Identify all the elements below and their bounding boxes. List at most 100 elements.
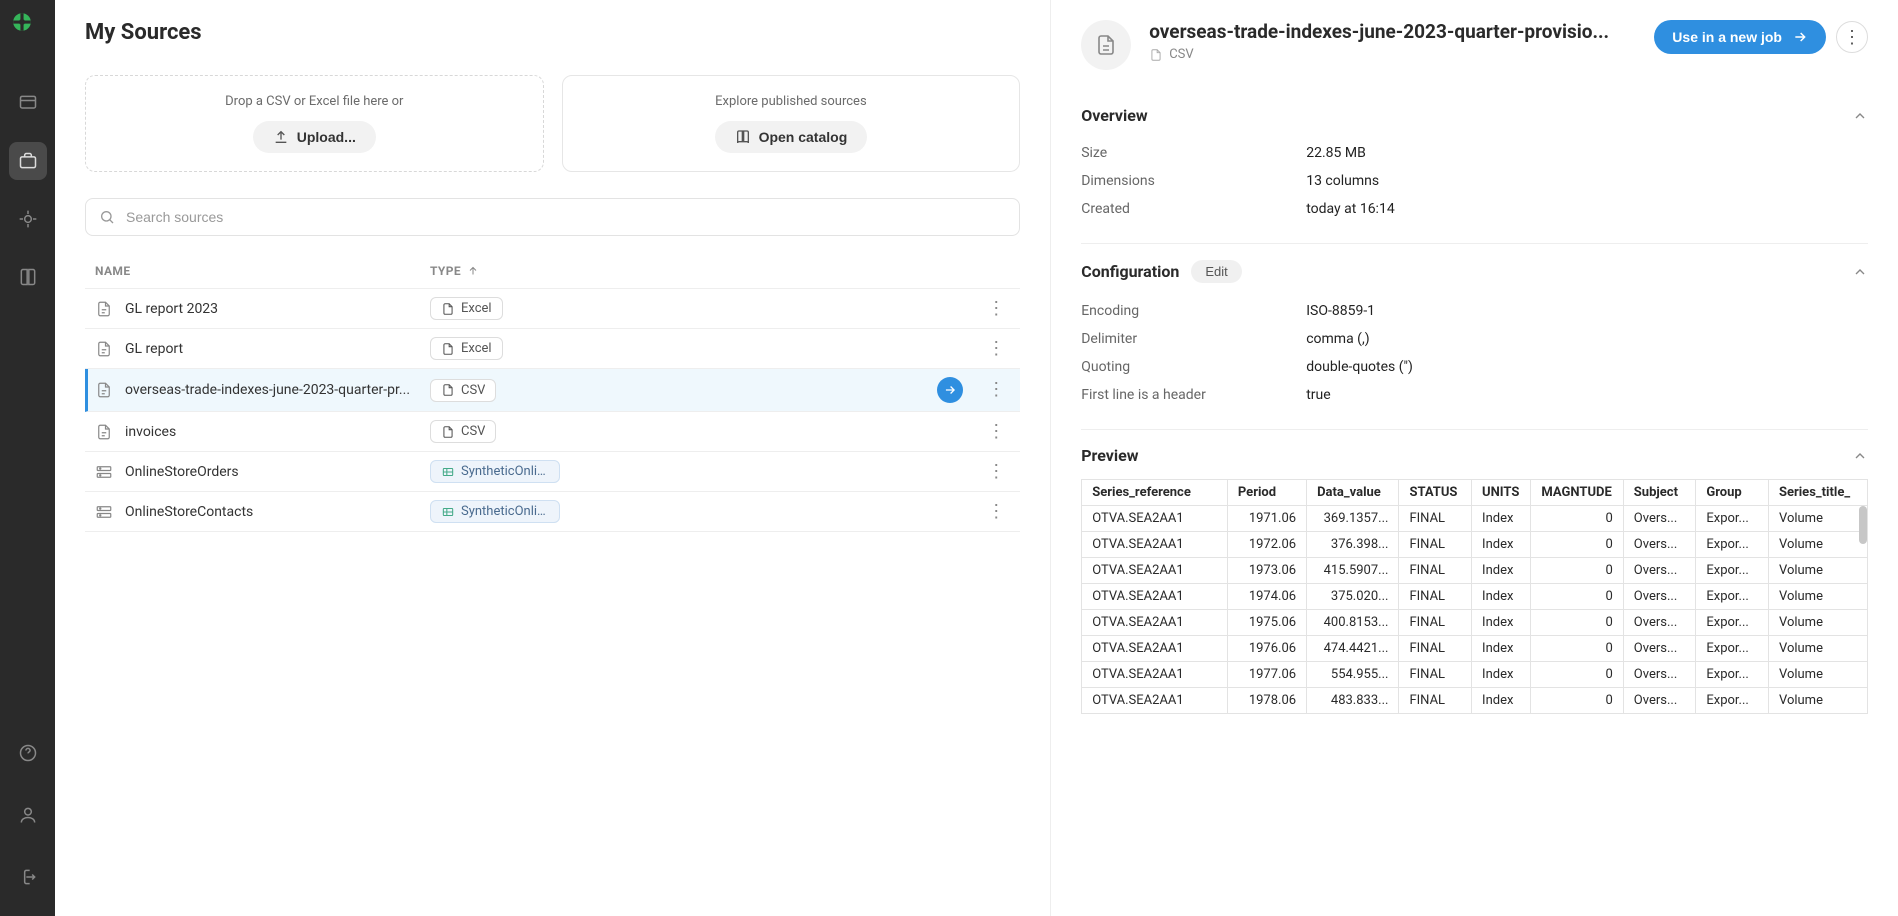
source-name: OnlineStoreOrders [125, 464, 430, 480]
preview-col-header[interactable]: Series_reference [1082, 480, 1227, 506]
kv-value: comma (,) [1306, 331, 1369, 347]
nav-docs-icon[interactable] [9, 258, 47, 296]
kv-key: Created [1081, 201, 1306, 217]
preview-row: OTVA.SEA2AA11977.06554.955...FINALIndex0… [1082, 662, 1867, 688]
row-more-button[interactable]: ⋮ [981, 340, 1010, 358]
page-title: My Sources [85, 20, 1020, 45]
use-in-new-job-button[interactable]: Use in a new job [1654, 20, 1826, 54]
nav-workspace-icon[interactable] [9, 84, 47, 122]
kv-key: First line is a header [1081, 387, 1306, 403]
detail-title: overseas-trade-indexes-june-2023-quarter… [1149, 20, 1636, 43]
navbar [0, 0, 55, 916]
detail-file-icon [1081, 20, 1131, 70]
preview-col-header[interactable]: Period [1227, 480, 1306, 506]
chevron-up-icon[interactable] [1852, 448, 1868, 464]
catalog-button-label: Open catalog [759, 129, 848, 145]
kv-value: today at 16:14 [1306, 201, 1394, 217]
upload-button-label: Upload... [297, 129, 356, 145]
source-row[interactable]: overseas-trade-indexes-june-2023-quarter… [85, 369, 1020, 412]
preview-row: OTVA.SEA2AA11974.06375.020...FINALIndex0… [1082, 584, 1867, 610]
upload-button[interactable]: Upload... [253, 121, 376, 153]
source-row[interactable]: OnlineStoreOrdersSyntheticOnlin... ⋮ [85, 452, 1020, 492]
preview-col-header[interactable]: Data_value [1307, 480, 1399, 506]
configuration-title: Configuration [1081, 262, 1179, 281]
row-more-button[interactable]: ⋮ [981, 423, 1010, 441]
sources-panel: My Sources Drop a CSV or Excel file here… [55, 0, 1050, 916]
preview-title: Preview [1081, 446, 1138, 465]
source-name: overseas-trade-indexes-june-2023-quarter… [125, 382, 430, 398]
preview-col-header[interactable]: STATUS [1399, 480, 1472, 506]
file-icon [1149, 48, 1163, 62]
source-name: invoices [125, 424, 430, 440]
preview-row: OTVA.SEA2AA11971.06369.1357...FINALIndex… [1082, 506, 1867, 532]
source-row[interactable]: OnlineStoreContactsSyntheticOnlin... ⋮ [85, 492, 1020, 532]
preview-row: OTVA.SEA2AA11972.06376.398...FINALIndex0… [1082, 532, 1867, 558]
source-type-badge: Excel [430, 337, 503, 360]
preview-col-header[interactable]: Subject [1623, 480, 1696, 506]
row-more-button[interactable]: ⋮ [981, 463, 1010, 481]
search-icon [99, 209, 115, 225]
kv-value: 22.85 MB [1306, 145, 1366, 161]
sort-asc-icon [467, 265, 479, 277]
preview-row: OTVA.SEA2AA11973.06415.5907...FINALIndex… [1082, 558, 1867, 584]
preview-row: OTVA.SEA2AA11976.06474.4421...FINALIndex… [1082, 636, 1867, 662]
row-more-button[interactable]: ⋮ [981, 300, 1010, 318]
kv-key: Encoding [1081, 303, 1306, 319]
preview-col-header[interactable]: Group [1696, 480, 1769, 506]
kv-value: ISO-8859-1 [1306, 303, 1375, 319]
search-input[interactable] [85, 198, 1020, 236]
kv-key: Dimensions [1081, 173, 1306, 189]
source-type-badge: Excel [430, 297, 503, 320]
column-header-type[interactable]: TYPE [430, 264, 630, 278]
open-catalog-button[interactable]: Open catalog [715, 121, 868, 153]
preview-row: OTVA.SEA2AA11978.06483.833...FINALIndex0… [1082, 688, 1867, 714]
preview-col-header[interactable]: MAGNTUDE [1531, 480, 1623, 506]
detail-more-button[interactable]: ⋮ [1836, 21, 1868, 53]
book-icon [735, 129, 751, 145]
preview-col-header[interactable]: UNITS [1472, 480, 1531, 506]
edit-button[interactable]: Edit [1191, 260, 1241, 283]
sources-list: GL report 2023Excel⋮GL reportExcel⋮overs… [85, 288, 1020, 532]
source-type-badge: SyntheticOnlin... [430, 460, 560, 483]
scrollbar-thumb[interactable] [1859, 506, 1867, 544]
kv-key: Delimiter [1081, 331, 1306, 347]
detail-panel: overseas-trade-indexes-june-2023-quarter… [1050, 0, 1898, 916]
preview-table-wrap: Series_referencePeriodData_valueSTATUSUN… [1081, 479, 1868, 714]
row-more-button[interactable]: ⋮ [981, 381, 1010, 399]
kv-key: Quoting [1081, 359, 1306, 375]
nav-logout-icon[interactable] [9, 858, 47, 896]
chevron-up-icon[interactable] [1852, 264, 1868, 280]
nav-sources-icon[interactable] [9, 142, 47, 180]
source-name: GL report 2023 [125, 301, 430, 317]
preview-col-header[interactable]: Series_title_ [1768, 480, 1867, 506]
kv-key: Size [1081, 145, 1306, 161]
source-name: OnlineStoreContacts [125, 504, 430, 520]
catalog-card: Explore published sources Open catalog [562, 75, 1021, 172]
source-type-badge: SyntheticOnlin... [430, 500, 560, 523]
kv-value: 13 columns [1306, 173, 1379, 189]
source-type-badge: CSV [430, 379, 496, 402]
source-type-badge: CSV [430, 420, 496, 443]
arrow-right-icon [1792, 29, 1808, 45]
kv-value: true [1306, 387, 1330, 403]
preview-table: Series_referencePeriodData_valueSTATUSUN… [1082, 480, 1868, 713]
nav-user-icon[interactable] [9, 796, 47, 834]
source-row[interactable]: GL report 2023Excel ⋮ [85, 288, 1020, 329]
detail-subtype: CSV [1169, 47, 1193, 62]
catalog-hint: Explore published sources [583, 94, 1000, 109]
source-name: GL report [125, 341, 430, 357]
nav-help-icon[interactable] [9, 734, 47, 772]
row-more-button[interactable]: ⋮ [981, 503, 1010, 521]
upload-icon [273, 129, 289, 145]
source-row[interactable]: GL reportExcel ⋮ [85, 329, 1020, 369]
nav-targets-icon[interactable] [9, 200, 47, 238]
open-source-button[interactable] [937, 377, 963, 403]
upload-card[interactable]: Drop a CSV or Excel file here or Upload.… [85, 75, 544, 172]
kv-value: double-quotes (") [1306, 359, 1413, 375]
overview-title: Overview [1081, 106, 1147, 125]
source-row[interactable]: invoicesCSV ⋮ [85, 412, 1020, 452]
upload-hint: Drop a CSV or Excel file here or [106, 94, 523, 109]
column-header-name[interactable]: NAME [95, 264, 430, 278]
chevron-up-icon[interactable] [1852, 108, 1868, 124]
preview-row: OTVA.SEA2AA11975.06400.8153...FINALIndex… [1082, 610, 1867, 636]
